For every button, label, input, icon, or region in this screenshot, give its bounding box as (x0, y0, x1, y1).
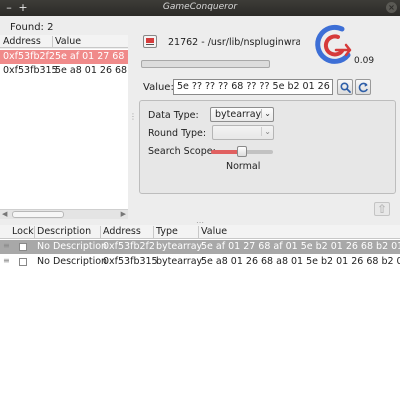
search-icon (340, 82, 351, 93)
lock-checkbox[interactable] (19, 258, 27, 266)
search-scope-slider-handle[interactable] (237, 146, 247, 157)
version-label: 0.09 (354, 56, 375, 66)
add-to-cheat-list-button[interactable]: ⇧ (374, 202, 390, 216)
cheat-list-row[interactable]: ≡ No Description 0xf53fb2f2 bytearray 5e… (0, 240, 400, 254)
cheat-value[interactable]: 5e a8 01 26 68 a8 01 5e b2 01 26 68 b2 0… (201, 256, 400, 267)
scan-results-hscrollbar[interactable]: ◀ ▶ (0, 209, 128, 219)
scan-result-address: 0xf53fb2f2 (3, 51, 55, 62)
scan-result-row[interactable]: 0xf53fb2f2 5e af 01 27 68 af 01 (0, 50, 128, 64)
column-header-value[interactable]: Value (201, 226, 227, 237)
scan-progress-bar (141, 60, 270, 68)
reset-button[interactable] (355, 79, 371, 95)
drag-handle-icon[interactable]: ≡ (3, 241, 10, 250)
column-separator (198, 226, 199, 238)
scrollbar-thumb[interactable] (12, 211, 64, 218)
cheat-type[interactable]: bytearray (156, 256, 202, 267)
scan-result-value: 5e af 01 27 68 af 01 (55, 51, 128, 62)
round-type-select[interactable]: ⌄ (212, 125, 274, 140)
column-header-value[interactable]: Value (55, 36, 81, 47)
scan-result-value: 5e a8 01 26 68 a8 01 (55, 65, 128, 76)
cheat-list-header: Lock Description Address Type Value (0, 225, 400, 239)
window-titlebar: – + GameConqueror × (0, 0, 400, 16)
data-type-label: Data Type: (148, 110, 199, 121)
column-header-address[interactable]: Address (103, 226, 141, 237)
chevron-down-icon: ⌄ (261, 127, 271, 136)
scroll-right-icon[interactable]: ▶ (121, 210, 126, 218)
column-separator (100, 226, 101, 238)
cheat-description[interactable]: No Description (37, 256, 107, 267)
lock-checkbox[interactable] (19, 243, 27, 251)
cheat-address: 0xf53fb315 (103, 256, 158, 267)
process-icon[interactable] (143, 35, 157, 48)
data-type-value: bytearray (215, 109, 262, 120)
column-separator (153, 226, 154, 238)
cheat-value[interactable]: 5e af 01 27 68 af 01 5e b2 01 26 68 b2 0… (201, 241, 400, 252)
drag-handle-icon[interactable]: ≡ (3, 256, 10, 265)
value-label: Value: (143, 82, 174, 93)
refresh-icon (358, 82, 368, 93)
scan-results-list[interactable]: 0xf53fb2f2 5e af 01 27 68 af 01 0xf53fb3… (0, 49, 128, 209)
scan-result-row[interactable]: 0xf53fb315 5e a8 01 26 68 a8 01 (0, 64, 128, 78)
scroll-left-icon[interactable]: ◀ (2, 210, 7, 218)
found-count: Found: 2 (10, 22, 54, 33)
pane-resize-handle[interactable]: ⋮ (129, 112, 137, 121)
process-label: 21762 - /usr/lib/nspluginwrapper/ (168, 37, 300, 48)
column-separator (34, 226, 35, 238)
column-header-type[interactable]: Type (156, 226, 178, 237)
scan-results-header: Address Value (0, 35, 128, 48)
value-input[interactable]: 5e ?? ?? ?? 68 ?? ?? 5e b2 01 26 68 b2 0… (173, 79, 333, 95)
scan-result-address: 0xf53fb315 (3, 65, 58, 76)
cheat-list-row[interactable]: ≡ No Description 0xf53fb315 bytearray 5e… (0, 255, 400, 269)
round-type-label: Round Type: (148, 128, 207, 139)
search-scope-slider[interactable] (211, 146, 273, 157)
cheat-description[interactable]: No Description (37, 241, 107, 252)
column-separator (52, 36, 53, 47)
close-button[interactable]: × (386, 2, 397, 13)
scan-button[interactable] (337, 79, 353, 95)
column-header-address[interactable]: Address (3, 36, 41, 47)
chevron-down-icon: ⌄ (261, 109, 271, 118)
search-scope-value: Normal (226, 161, 261, 172)
cheat-address: 0xf53fb2f2 (103, 241, 155, 252)
data-type-select[interactable]: bytearray ⌄ (210, 107, 274, 122)
window-title: GameConqueror (162, 2, 238, 12)
cheat-list[interactable]: ≡ No Description 0xf53fb2f2 bytearray 5e… (0, 239, 400, 401)
search-scope-label: Search Scope: (148, 146, 216, 157)
column-header-lock[interactable]: Lock (12, 226, 34, 237)
column-header-description[interactable]: Description (37, 226, 91, 237)
gameconqueror-logo-icon (315, 24, 352, 64)
cheat-type[interactable]: bytearray (156, 241, 202, 252)
